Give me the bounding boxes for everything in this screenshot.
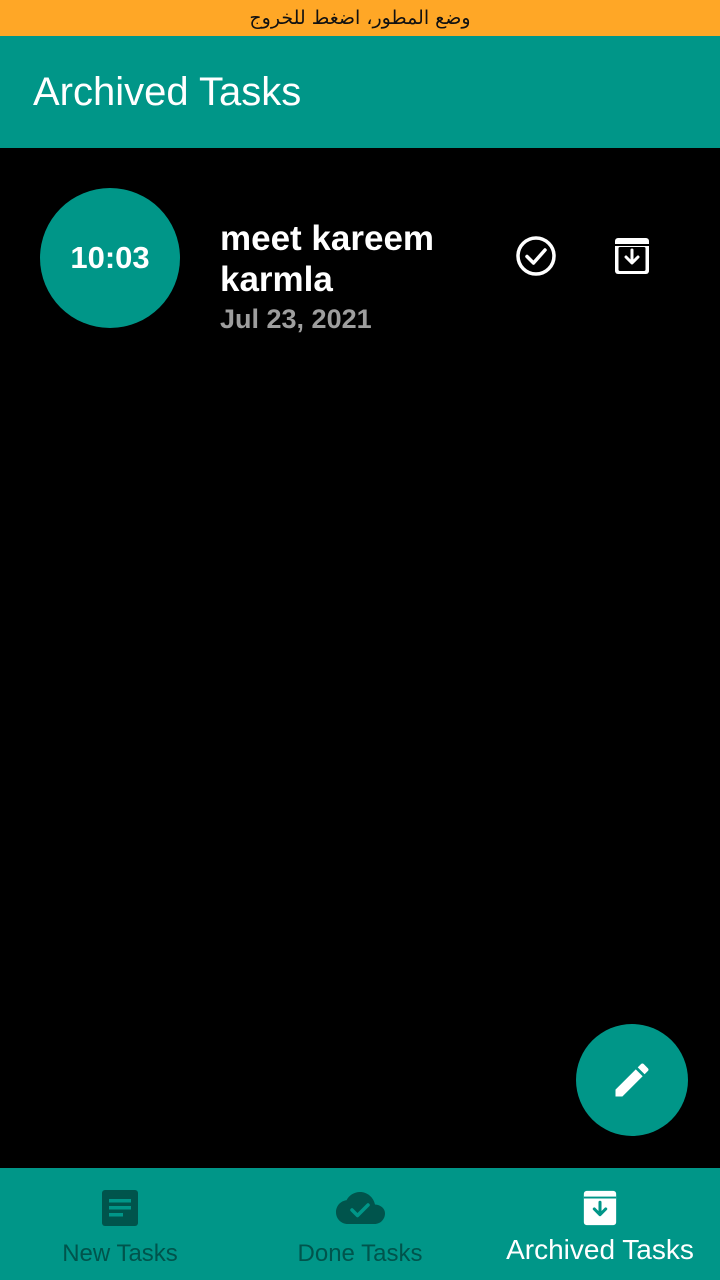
archive-button[interactable] bbox=[610, 234, 654, 278]
archive-icon bbox=[615, 238, 649, 274]
task-time: 10:03 bbox=[70, 240, 150, 275]
page-title: Archived Tasks bbox=[33, 69, 302, 114]
nav-new-tasks[interactable]: New Tasks bbox=[0, 1168, 240, 1280]
pencil-icon bbox=[615, 1063, 649, 1097]
bottom-navigation: New Tasks Done Tasks Archived Tasks bbox=[0, 1168, 720, 1280]
task-date: Jul 23, 2021 bbox=[220, 304, 372, 334]
nav-done-tasks[interactable]: Done Tasks bbox=[240, 1168, 480, 1280]
nav-archived-tasks-label: Archived Tasks bbox=[506, 1234, 694, 1265]
task-text: meet kareem karmla Jul 23, 2021 bbox=[220, 218, 480, 336]
check-circle-icon bbox=[516, 236, 556, 276]
archive-icon bbox=[583, 1190, 617, 1226]
mark-done-button[interactable] bbox=[514, 234, 558, 278]
nav-archived-tasks[interactable]: Archived Tasks bbox=[480, 1168, 720, 1280]
cloud-done-icon bbox=[336, 1192, 385, 1224]
notes-icon bbox=[102, 1190, 138, 1226]
app-bar: Archived Tasks bbox=[0, 36, 720, 148]
nav-new-tasks-label: New Tasks bbox=[62, 1240, 178, 1267]
task-time-avatar: 10:03 bbox=[40, 188, 180, 328]
task-title: meet kareem karmla bbox=[220, 219, 435, 299]
add-task-fab[interactable] bbox=[576, 1024, 688, 1136]
nav-done-tasks-label: Done Tasks bbox=[297, 1240, 423, 1267]
developer-mode-text: وضع المطور، اضغط للخروج bbox=[249, 7, 471, 29]
task-item[interactable]: 10:03 meet kareem karmla Jul 23, 2021 bbox=[0, 188, 720, 338]
developer-mode-banner[interactable]: وضع المطور، اضغط للخروج bbox=[0, 0, 720, 36]
